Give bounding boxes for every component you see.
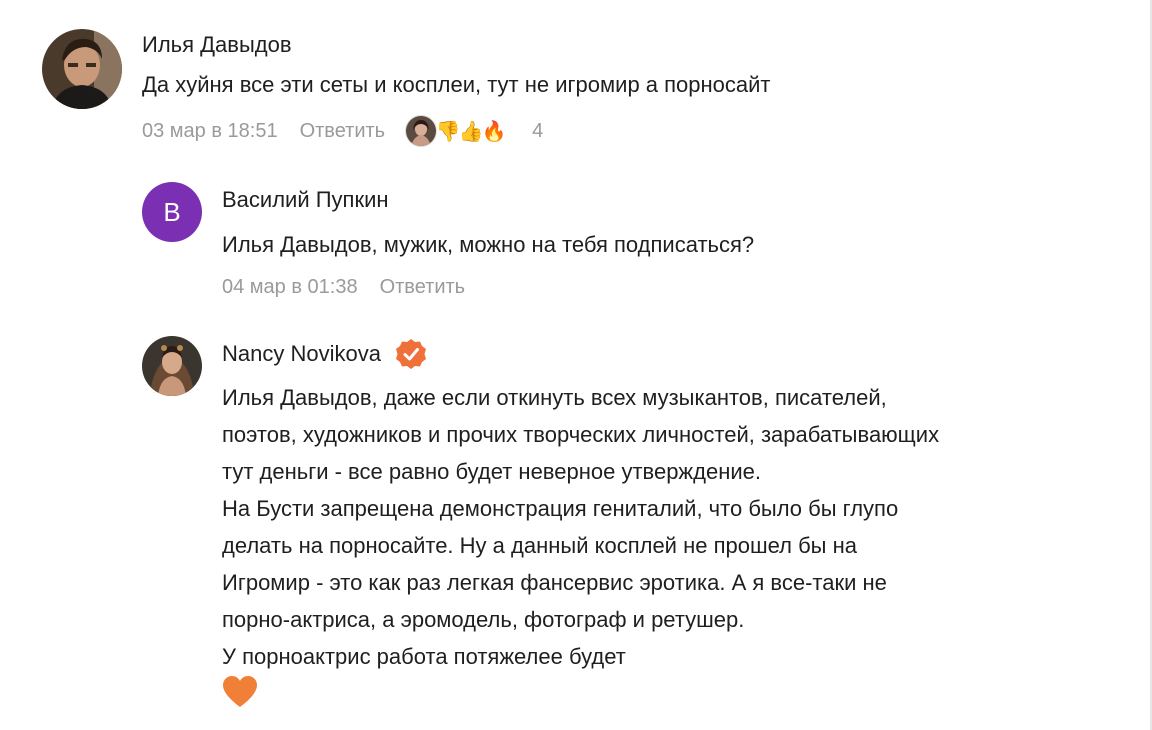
author-name[interactable]: Nancy Novikova (222, 340, 381, 368)
text-line: У порноактрис работа потяжелее будет (222, 644, 626, 669)
text-line: Илья Давыдов, даже если откинуть всех му… (222, 385, 887, 410)
author-name[interactable]: Василий Пупкин (222, 186, 754, 214)
comment-text: Илья Давыдов, даже если откинуть всех му… (222, 379, 939, 675)
avatar[interactable] (42, 29, 122, 109)
author-row: Nancy Novikova (222, 338, 939, 370)
verified-badge-icon (395, 338, 427, 370)
reply-button[interactable]: Ответить (380, 276, 466, 299)
comment-text: Илья Давыдов, мужик, можно на тебя подпи… (222, 232, 755, 257)
comment: Илья Давыдов Да хуйня все эти сеты и кос… (42, 29, 771, 147)
text-line: На Бусти запрещена демонстрация генитали… (222, 496, 899, 521)
reaction-avatar-icon (405, 115, 438, 147)
text-line: делать на порносайте. Ну а данный коспле… (222, 533, 857, 558)
fire-icon: 🔥 (481, 120, 507, 143)
avatar[interactable]: В (142, 182, 202, 242)
avatar[interactable] (142, 336, 202, 396)
timestamp: 04 мар в 01:38 (222, 276, 358, 298)
comment-meta: 03 мар в 18:51 Ответить 👎 👍 🔥 4 (142, 115, 771, 147)
author-name[interactable]: Илья Давыдов (142, 31, 771, 59)
text-line: порно-актриса, а эромодель, фотограф и р… (222, 607, 745, 632)
comment-text: Да хуйня все эти сеты и косплеи, тут не … (142, 72, 771, 97)
reactions[interactable]: 👎 👍 🔥 (405, 115, 507, 147)
reaction-count: 4 (532, 119, 544, 142)
comment: В Василий Пупкин Илья Давыдов, мужик, мо… (142, 182, 754, 299)
timestamp: 03 мар в 18:51 (142, 119, 278, 142)
text-line: Игромир - это как раз легкая фансервис э… (222, 570, 887, 595)
heart-icon (222, 675, 939, 714)
text-line: поэтов, художников и прочих творческих л… (222, 422, 940, 447)
reply-button[interactable]: Ответить (300, 120, 386, 143)
comment-meta: 04 мар в 01:38 Ответить (222, 276, 754, 299)
text-line: тут деньги - все равно будет неверное ут… (222, 459, 762, 484)
comment: Nancy Novikova Илья Давыдов, даже если о… (142, 336, 939, 714)
